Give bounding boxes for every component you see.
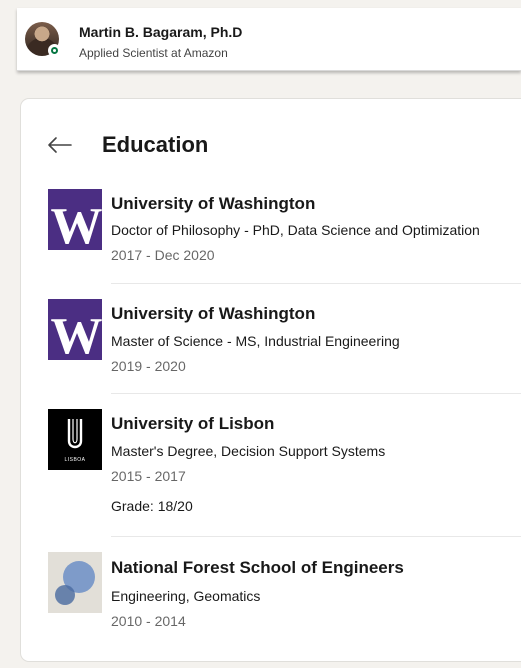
circles-icon	[55, 561, 95, 605]
list-item[interactable]: W University of Washington Master of Sci…	[21, 299, 521, 409]
logo-caption: LISBOA	[64, 457, 86, 463]
school-name[interactable]: University of Washington	[111, 194, 315, 214]
arrow-left-icon	[48, 137, 72, 153]
dates: 2017 - Dec 2020	[111, 247, 215, 263]
degree: Doctor of Philosophy - PhD, Data Science…	[111, 222, 480, 238]
degree: Master of Science - MS, Industrial Engin…	[111, 333, 400, 349]
profile-name[interactable]: Martin B. Bagaram, Ph.D	[79, 24, 242, 40]
divider	[111, 283, 521, 284]
uw-logo-icon[interactable]: W	[48, 189, 102, 250]
lisbon-logo-icon[interactable]: LISBOA	[48, 409, 102, 470]
page-title: Education	[102, 132, 209, 157]
degree: Engineering, Geomatics	[111, 588, 261, 604]
forest-school-logo-icon[interactable]	[48, 552, 102, 613]
grade: Grade: 18/20	[111, 498, 193, 514]
list-item[interactable]: National Forest School of Engineers Engi…	[21, 552, 521, 652]
school-name[interactable]: University of Lisbon	[111, 414, 274, 434]
dates: 2015 - 2017	[111, 468, 186, 484]
divider	[111, 536, 521, 537]
online-status-badge	[48, 44, 61, 57]
school-name[interactable]: University of Washington	[111, 304, 315, 324]
dates: 2019 - 2020	[111, 358, 186, 374]
profile-headline: Applied Scientist at Amazon	[79, 46, 228, 60]
list-item[interactable]: W University of Washington Doctor of Phi…	[21, 189, 521, 299]
profile-header: Martin B. Bagaram, Ph.D Applied Scientis…	[17, 8, 521, 71]
uw-logo-icon[interactable]: W	[48, 299, 102, 360]
avatar[interactable]	[25, 22, 61, 57]
school-name[interactable]: National Forest School of Engineers	[111, 558, 404, 578]
degree: Master's Degree, Decision Support System…	[111, 443, 386, 459]
dates: 2010 - 2014	[111, 613, 186, 629]
back-button[interactable]	[45, 131, 73, 159]
list-item[interactable]: LISBOA University of Lisbon Master's Deg…	[21, 409, 521, 549]
divider	[111, 393, 521, 394]
education-card: Education W University of Washington Doc…	[21, 99, 521, 661]
